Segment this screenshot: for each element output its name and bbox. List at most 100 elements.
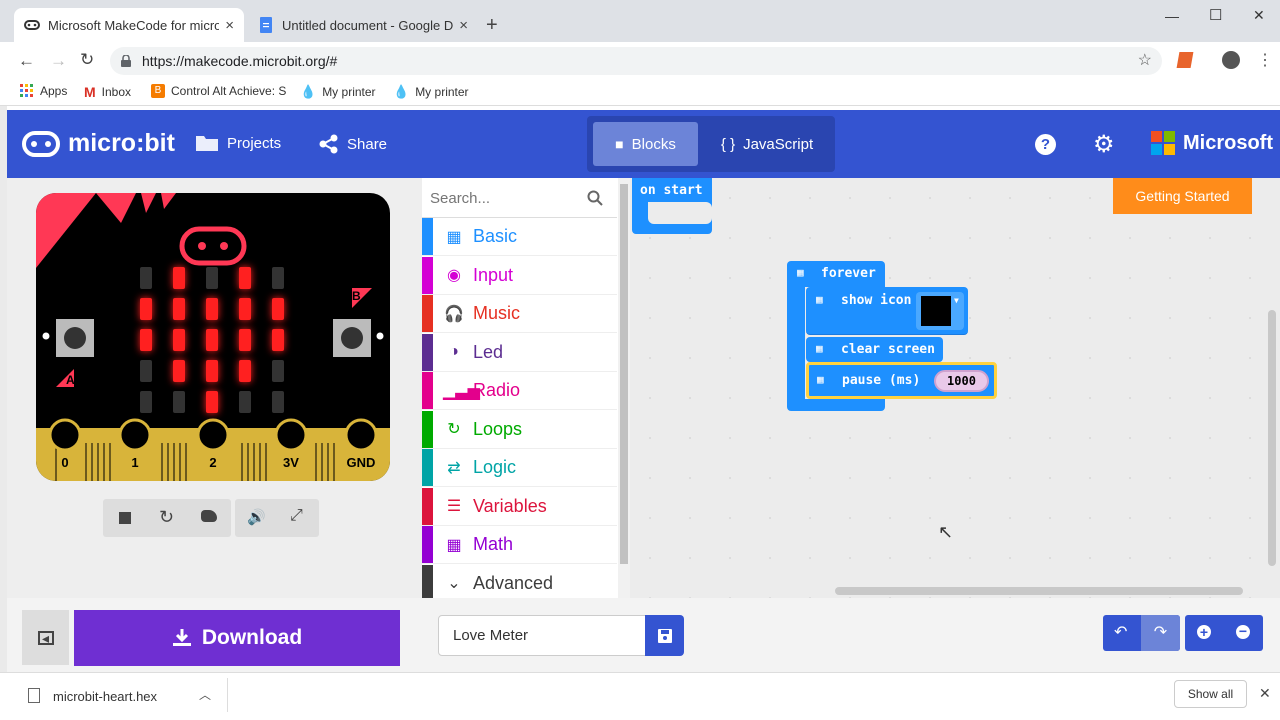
toolbox-category-variables[interactable]: ☰ Variables [422,487,617,526]
drop-icon: 💧 [300,84,317,99]
toolbox-category-input[interactable]: ◉ Input [422,256,617,295]
blocks-button[interactable]: ■ Blocks [593,122,698,166]
led [206,391,218,413]
tab-close-icon[interactable]: × [459,17,468,34]
led-matrix [136,267,296,421]
toolbox-category-radio[interactable]: ▁▃▅ Radio [422,372,617,410]
logo-text: micro:bit [68,129,175,157]
bookmark-control-alt-achieve[interactable]: B Control Alt Achieve: S [151,84,286,98]
microbit-board: A B 0 1 2 3V GND [36,193,390,481]
project-name-input[interactable]: Love Meter [438,615,646,656]
pause-block[interactable]: ▦ pause (ms) 1000 [806,362,997,399]
bookmark-inbox[interactable]: M Inbox [84,84,131,100]
led [272,267,284,289]
fullscreen-icon[interactable]: ⤢ [290,507,303,525]
url-text: https://makecode.microbit.org/# [142,53,338,69]
minimize-button[interactable]: — [1165,8,1179,24]
volume-icon[interactable]: 🔊 [247,508,266,526]
help-icon[interactable]: ? [1035,134,1056,155]
toolbox-category-loops[interactable]: ↻ Loops [422,410,617,449]
led [173,391,185,413]
chevron-up-icon[interactable]: ︿ [199,686,211,703]
grid-icon: ▦ [817,373,824,386]
redo-icon[interactable]: ↷ [1141,615,1180,651]
save-icon [657,628,672,643]
drop-icon: 💧 [393,84,410,99]
category-label: Led [473,341,504,362]
zoom-out-icon[interactable]: − [1236,624,1250,639]
slow-mo-icon[interactable] [201,510,217,522]
chevron-down-icon: ⌄ [447,575,461,592]
toolbox-category-math[interactable]: ▦ Math [422,526,617,564]
restart-icon[interactable]: ↻ [159,507,174,528]
toolbox-category-led[interactable]: ◑ Led [422,333,617,372]
led [173,298,185,320]
reload-icon[interactable]: ↻ [80,50,94,70]
close-shelf-icon[interactable]: ✕ [1259,685,1271,702]
on-start-block[interactable]: on start [632,178,712,234]
window-close-button[interactable]: ✕ [1253,7,1265,24]
toolbox-scrollbar[interactable] [618,178,630,598]
download-button[interactable]: Download [74,610,400,666]
new-tab-button[interactable]: + [486,14,498,37]
tab-makecode[interactable]: Microsoft MakeCode for micro:bit × [14,8,244,42]
tab-title: Microsoft MakeCode for micro:bit [48,17,220,33]
pin-label: GND [346,455,376,470]
save-button[interactable] [645,615,684,656]
back-arrow-icon[interactable]: ← [18,51,35,71]
address-bar[interactable]: https://makecode.microbit.org/# ☆ [110,47,1162,75]
signal-icon: ▁▃▅ [443,382,480,400]
led [239,360,251,382]
target-icon: ◉ [447,267,461,284]
javascript-button[interactable]: { } JavaScript [708,122,826,166]
gear-icon[interactable]: ⚙ [1093,130,1115,159]
projects-button[interactable]: Projects [195,134,281,152]
forward-arrow-icon[interactable]: → [50,51,67,71]
toolbox-category-basic[interactable]: ▦ Basic [422,218,617,256]
workspace-vscroll[interactable] [1268,310,1276,566]
tab-google-docs[interactable]: Untitled document - Google Doc × [248,8,478,42]
bookmark-apps[interactable]: Apps [20,84,67,98]
category-color-stripe [422,449,433,486]
tab-title: Untitled document - Google Doc [282,17,454,33]
bookmark-my-printer[interactable]: 💧 My printer [300,84,376,100]
workspace-hscroll[interactable] [835,587,1243,595]
button-a-label: A [66,373,75,387]
led [272,298,284,320]
led [173,267,185,289]
clear-screen-block[interactable]: ▦ clear screen [806,337,943,362]
pause-value-input[interactable]: 1000 [934,370,989,392]
toolbox-category-music[interactable]: 🎧 Music [422,295,617,333]
profile-avatar[interactable] [1222,51,1240,69]
led [206,267,218,289]
getting-started-button[interactable]: Getting Started [1113,178,1252,214]
puzzle-icon: ■ [615,136,624,152]
extension-icon[interactable] [1176,52,1194,68]
maximize-button[interactable]: ☐ [1209,6,1222,24]
toolbox-search[interactable] [422,178,617,218]
stop-icon[interactable] [119,512,131,524]
menu-kebab-icon[interactable]: ⋮ [1257,50,1273,70]
led [206,298,218,320]
led [239,267,251,289]
collapse-sim-button[interactable]: ◂ [22,610,69,665]
show-icon-block[interactable]: ▦ show icon ▼ [806,287,968,335]
led [272,360,284,382]
bookmark-my-printer[interactable]: 💧 My printer [393,84,469,100]
undo-icon[interactable]: ↶ [1114,622,1127,642]
show-all-button[interactable]: Show all [1174,680,1247,708]
share-button[interactable]: Share [319,134,387,154]
zoom-in-icon[interactable]: + [1197,625,1211,639]
toolbox-category-logic[interactable]: ⇄ Logic [422,449,617,487]
pin-label: 2 [209,455,217,470]
toolbox-category-advanced[interactable]: ⌄ Advanced [422,564,617,603]
search-input[interactable] [430,186,580,210]
icon-picker[interactable]: ▼ [916,292,964,330]
scrollbar-thumb[interactable] [620,184,628,564]
microsoft-logo[interactable]: Microsoft [1151,131,1273,155]
microbit-logo[interactable]: micro:bit [22,129,175,158]
star-icon[interactable]: ☆ [1138,47,1152,75]
download-item-name[interactable]: microbit-heart.hex [53,689,157,704]
tab-close-icon[interactable]: × [225,17,234,34]
grid-icon: ▦ [816,342,823,355]
